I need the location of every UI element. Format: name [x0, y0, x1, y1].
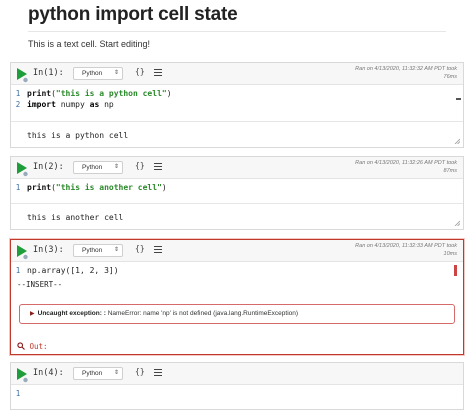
error-message[interactable]: ▶ Uncaught exception: : NameError: name '… [19, 304, 455, 324]
line-number: 1 [15, 389, 21, 398]
line-number: 2 [15, 100, 21, 109]
line-number: 1 [15, 183, 21, 192]
run-info-duration: 87ms [443, 167, 457, 174]
chevron-updown-icon: ⇕ [113, 164, 119, 170]
editor-mode: --INSERT-- [17, 280, 63, 289]
code-text: print("this is another cell") [27, 183, 167, 192]
cell-prompt: In(3): [33, 245, 64, 255]
cell-prompt: In(1): [33, 68, 64, 78]
run-cell-icon[interactable] [15, 244, 29, 260]
error-label: Uncaught exception: : [37, 310, 106, 317]
code-line: 1 np.array([1, 2, 3]) [11, 265, 463, 276]
cell-header: In(1): Python ⇕ {} Ran on 4/13/2020, 11:… [11, 63, 463, 85]
code-line: 1 [11, 388, 463, 399]
kernel-select[interactable]: Python ⇕ [73, 367, 123, 380]
cell-header: In(2): Python ⇕ {} Ran on 4/13/2020, 11:… [11, 157, 463, 179]
kernel-select-value: Python [82, 70, 103, 77]
menu-icon[interactable] [154, 69, 162, 76]
run-info: Ran on 4/13/2020, 11:32:32 AM PDT took 7… [355, 66, 457, 81]
line-number: 1 [15, 89, 21, 98]
search-icon[interactable] [17, 342, 30, 351]
run-info-timestamp: Ran on 4/13/2020, 11:32:32 AM PDT took [355, 66, 457, 72]
chevron-updown-icon: ⇕ [113, 70, 119, 76]
cell-output: this is a python cell [11, 121, 463, 147]
kernel-select-value: Python [82, 164, 103, 171]
kernel-select[interactable]: Python ⇕ [73, 244, 123, 257]
code-cell-1[interactable]: In(1): Python ⇕ {} Ran on 4/13/2020, 11:… [10, 62, 464, 148]
code-text: print("this is a python cell") [27, 89, 172, 98]
kernel-select-value: Python [82, 370, 103, 377]
chevron-updown-icon: ⇕ [113, 247, 119, 253]
code-editor[interactable]: 1 print("this is another cell") [11, 181, 463, 195]
braces-icon[interactable]: {} [135, 367, 145, 376]
run-info: Ran on 4/13/2020, 11:32:26 AM PDT took 8… [355, 160, 457, 175]
cell-prompt: In(4): [33, 368, 64, 378]
code-line: 1 print("this is a python cell") [11, 88, 463, 99]
run-info-timestamp: Ran on 4/13/2020, 11:32:26 AM PDT took [355, 160, 457, 166]
code-text: np.array([1, 2, 3]) [27, 266, 119, 275]
run-info-duration: 76ms [443, 73, 457, 80]
kernel-select-value: Python [82, 247, 103, 254]
resize-grip-icon[interactable] [454, 220, 460, 226]
cell-prompt: In(2): [33, 162, 64, 172]
expand-triangle-icon[interactable]: ▶ [30, 311, 35, 317]
notebook-title[interactable]: python import cell state [28, 4, 238, 26]
title-divider [28, 31, 446, 32]
run-info: Ran on 4/13/2020, 11:32:33 AM PDT took 1… [355, 243, 457, 258]
code-text: import numpy as np [27, 100, 114, 109]
cell-output: this is another cell [11, 203, 463, 229]
out-row: Out: [17, 342, 48, 351]
notebook-page: python import cell state This is a text … [0, 0, 474, 415]
code-cell-4[interactable]: In(4): Python ⇕ {} 1 [10, 362, 464, 410]
kernel-select[interactable]: Python ⇕ [73, 67, 123, 80]
braces-icon[interactable]: {} [135, 161, 145, 170]
line-number: 1 [15, 266, 21, 275]
code-editor[interactable]: 1 [11, 387, 463, 401]
menu-icon[interactable] [154, 246, 162, 253]
run-info-timestamp: Ran on 4/13/2020, 11:32:33 AM PDT took [355, 243, 457, 249]
out-label: Out: [29, 342, 48, 351]
output-text: this is a python cell [27, 131, 129, 140]
code-cell-3[interactable]: In(3): Python ⇕ {} Ran on 4/13/2020, 11:… [10, 239, 464, 355]
cell-header: In(3): Python ⇕ {} Ran on 4/13/2020, 11:… [11, 240, 463, 262]
text-cell[interactable]: This is a text cell. Start editing! [28, 39, 150, 49]
braces-icon[interactable]: {} [135, 244, 145, 253]
kernel-select[interactable]: Python ⇕ [73, 161, 123, 174]
braces-icon[interactable]: {} [135, 67, 145, 76]
code-cell-2[interactable]: In(2): Python ⇕ {} Ran on 4/13/2020, 11:… [10, 156, 464, 230]
scroll-indicator [456, 98, 461, 100]
code-editor[interactable]: 1 print("this is a python cell") 2 impor… [11, 87, 463, 113]
output-text: this is another cell [27, 213, 124, 222]
run-cell-icon[interactable] [15, 367, 29, 383]
chevron-updown-icon: ⇕ [113, 370, 119, 376]
run-cell-icon[interactable] [15, 161, 29, 177]
menu-icon[interactable] [154, 369, 162, 376]
code-editor[interactable]: 1 np.array([1, 2, 3]) [11, 264, 463, 278]
menu-icon[interactable] [154, 163, 162, 170]
code-line: 1 print("this is another cell") [11, 182, 463, 193]
run-cell-icon[interactable] [15, 67, 29, 83]
error-text: NameError: name 'np' is not defined (jav… [107, 310, 299, 317]
scrollbar[interactable] [454, 265, 457, 276]
resize-grip-icon[interactable] [454, 138, 460, 144]
code-line: 2 import numpy as np [11, 99, 463, 110]
run-info-duration: 10ms [443, 250, 457, 257]
cell-header: In(4): Python ⇕ {} [11, 363, 463, 385]
